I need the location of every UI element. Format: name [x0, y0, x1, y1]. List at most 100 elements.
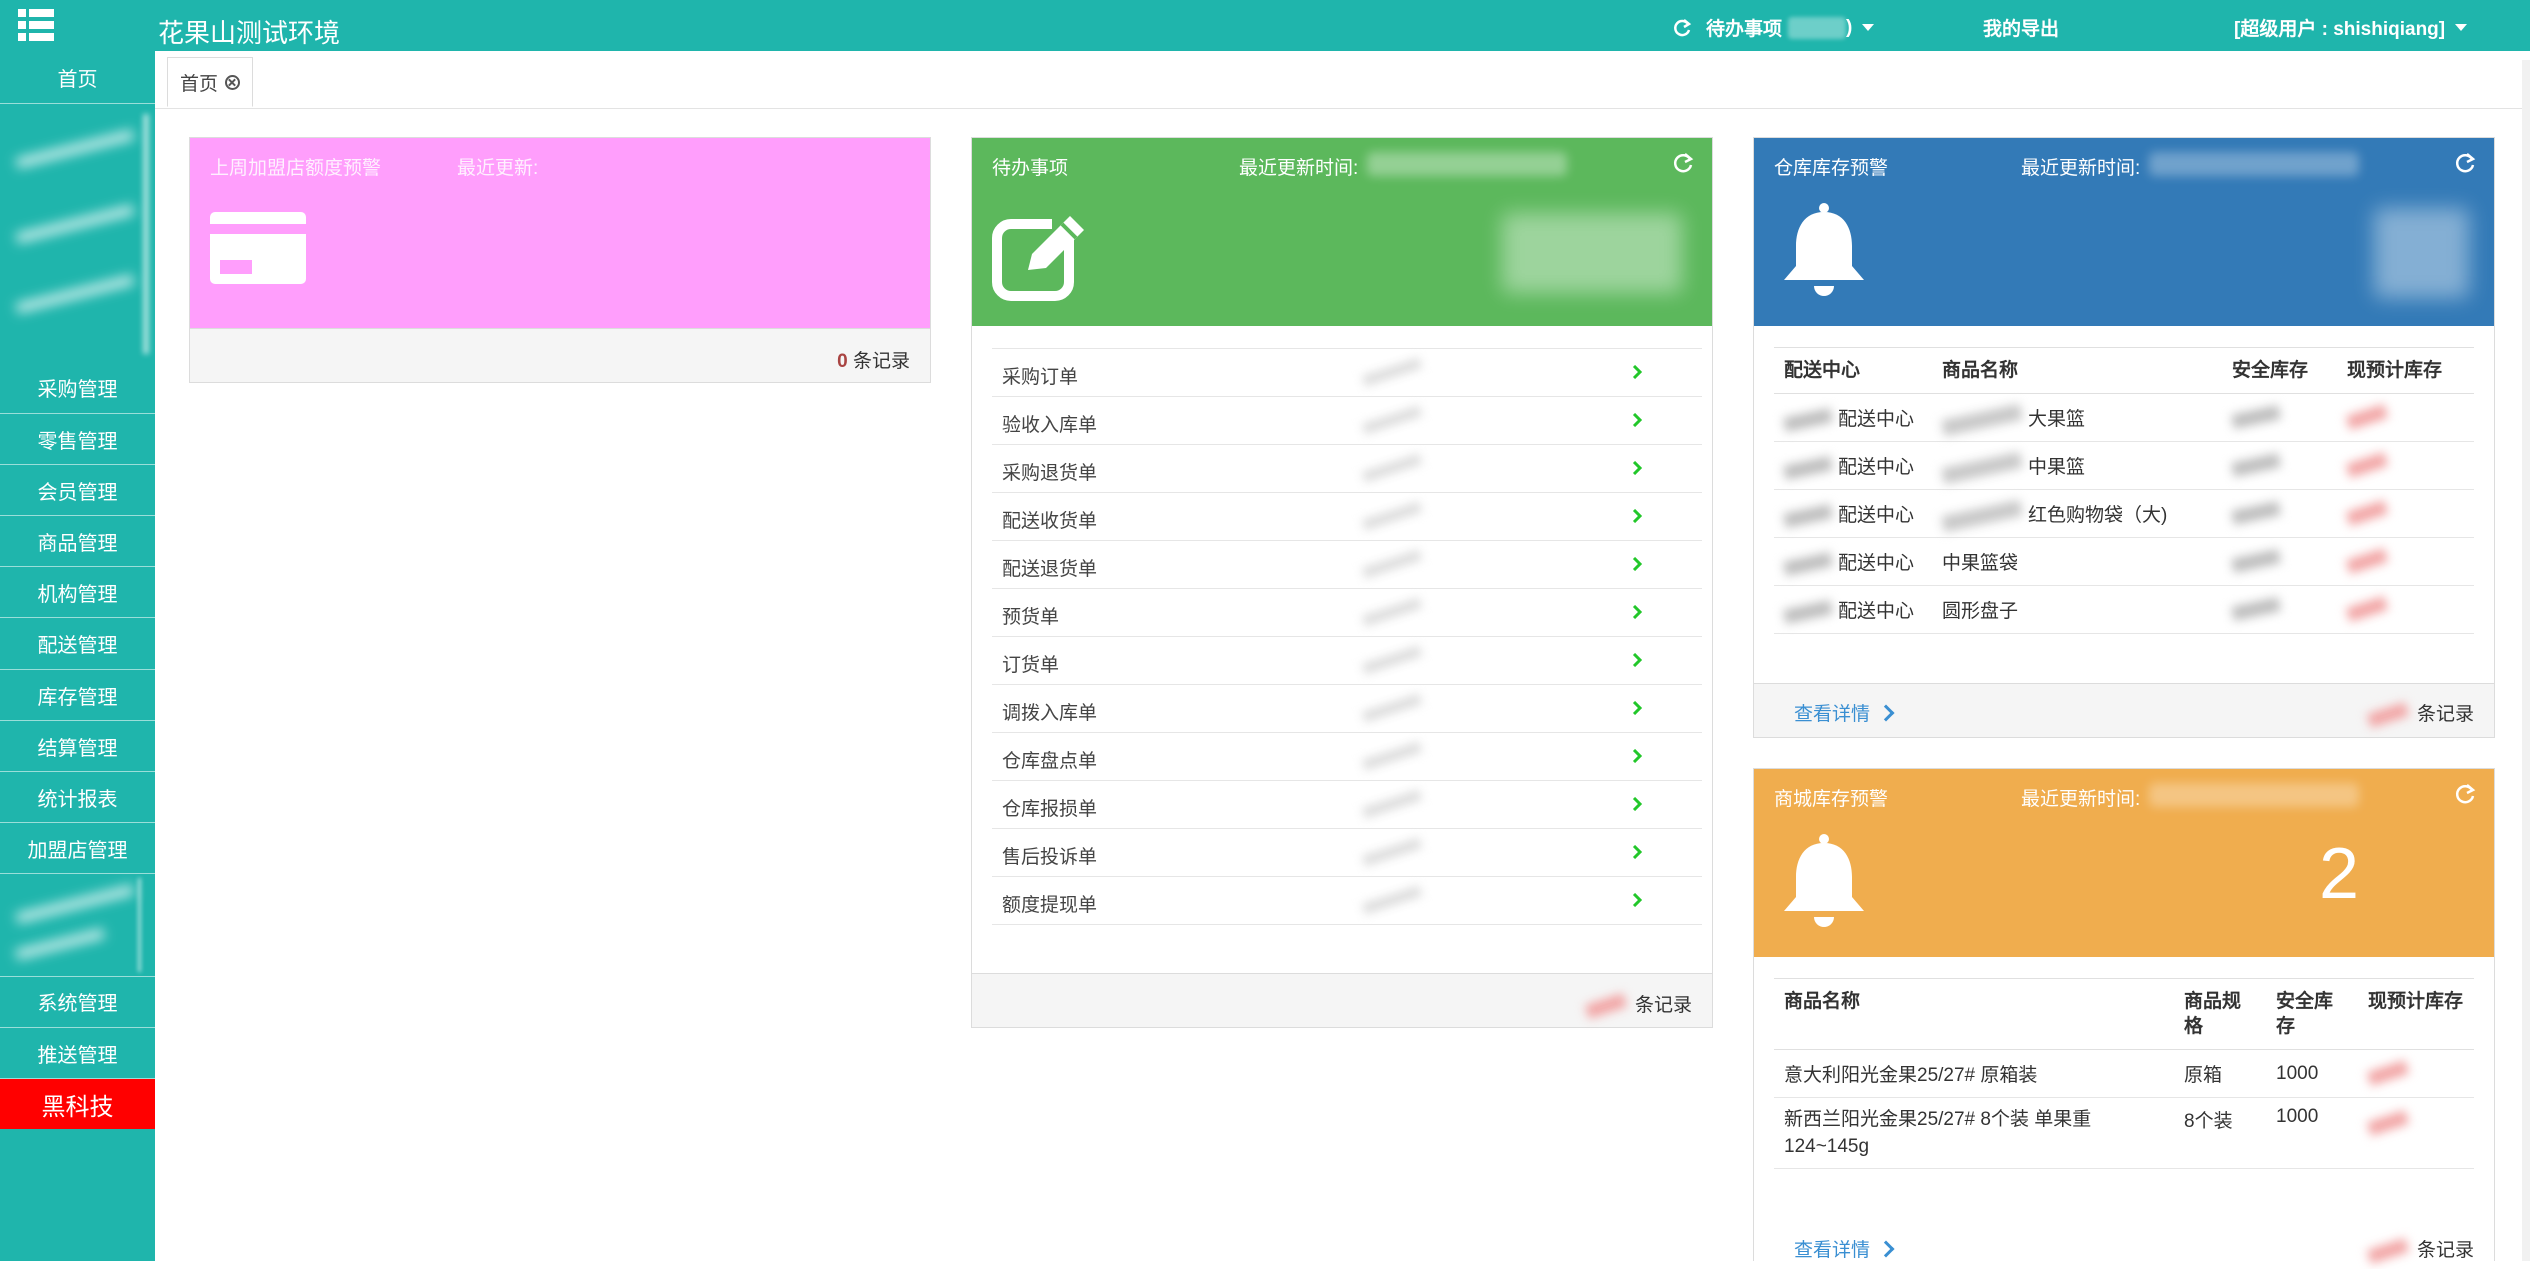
mall-alert-count: 2 [2318, 834, 2360, 914]
todo-count-blurred [1788, 16, 1847, 39]
product-name: 中果篮袋 [1942, 553, 2019, 574]
table-cell [2222, 393, 2337, 442]
todo-item[interactable]: 订货单 [992, 636, 1702, 685]
todo-count-blurred [1361, 405, 1423, 435]
table-cell [2222, 585, 2337, 634]
chevron-right-icon [1632, 605, 1642, 619]
last-updated-label: 最近更新时间: [2021, 789, 2141, 810]
panel-footer: 查看详情 条记录 [1754, 683, 2494, 737]
table-cell: 新西兰阳光金果25/27# 8个装 单果重124~145g [1774, 1097, 2174, 1169]
table-cell [2337, 441, 2474, 490]
blurred-code [1783, 504, 1833, 528]
last-updated-label: 最近更新: [457, 158, 539, 179]
sidebar-item-retail[interactable]: 零售管理 [0, 414, 155, 465]
table-cell [2222, 537, 2337, 586]
edit-icon [992, 210, 1084, 301]
refresh-icon[interactable] [2454, 783, 2476, 805]
user-menu[interactable]: [超级用户 : shishiqiang] [2234, 14, 2468, 41]
table-header-row: 配送中心 商品名称 安全库存 现预计库存 [1774, 347, 2474, 394]
todo-item[interactable]: 仓库报损单 [992, 780, 1702, 829]
sidebar-item-reports[interactable]: 统计报表 [0, 772, 155, 823]
caret-down-icon [2455, 24, 2468, 31]
sidebar-item-settlement[interactable]: 结算管理 [0, 721, 155, 772]
menu-list-icon[interactable] [18, 8, 54, 42]
todo-item-label: 售后投诉单 [1002, 847, 1098, 868]
table-header-row: 商品名称 商品规格 安全库存 现预计库存 [1774, 978, 2474, 1050]
todo-item[interactable]: 验收入库单 [992, 396, 1702, 445]
table-row[interactable]: 配送中心 中果篮袋 [1774, 537, 2474, 586]
blurred-value [2345, 452, 2389, 479]
bell-icon [1784, 834, 1864, 927]
table-row[interactable]: 配送中心 中果篮 [1774, 441, 2474, 490]
warehouse-stock-table: 配送中心 商品名称 安全库存 现预计库存 配送中心 大果篮 配送中心 中果篮 配… [1774, 347, 2474, 634]
page-scrollbar[interactable] [2522, 60, 2530, 1261]
center-name: 配送中心 [1838, 505, 1915, 526]
refresh-icon[interactable] [2454, 152, 2476, 174]
credit-card-icon [210, 212, 306, 284]
record-count: 0 条记录 [837, 346, 910, 373]
blurred-value [2231, 597, 2281, 622]
tab-home[interactable]: 首页 [167, 57, 253, 107]
blurred-value [2231, 501, 2281, 526]
table-cell [2337, 393, 2474, 442]
franchise-alert-panel: 上周加盟店额度预警 最近更新: 0 条记录 [189, 137, 931, 383]
blurred-value [2345, 548, 2389, 575]
refresh-icon[interactable] [1672, 152, 1694, 174]
sidebar-item-inventory[interactable]: 库存管理 [0, 670, 155, 721]
table-cell: 原箱 [2174, 1049, 2266, 1098]
todo-item[interactable]: 配送收货单 [992, 492, 1702, 541]
my-export-link[interactable]: 我的导出 [1983, 14, 2059, 41]
table-cell: 意大利阳光金果25/27# 原箱装 [1774, 1049, 2174, 1098]
table-cell [2222, 489, 2337, 538]
table-row[interactable]: 配送中心 大果篮 [1774, 393, 2474, 442]
sidebar-item-system[interactable]: 系统管理 [0, 976, 155, 1028]
close-icon[interactable] [225, 74, 240, 90]
todo-menu[interactable]: 待办事项 ) [1672, 14, 1875, 41]
table-cell: 1000 [2266, 1097, 2358, 1169]
view-details-link[interactable]: 查看详情 [1794, 699, 1895, 726]
record-count: 条记录 [2366, 1235, 2474, 1264]
todo-item[interactable]: 采购退货单 [992, 444, 1702, 493]
todo-item[interactable]: 仓库盘点单 [992, 732, 1702, 781]
sidebar-item-home[interactable]: 首页 [0, 51, 155, 104]
table-row[interactable]: 配送中心 圆形盘子 [1774, 585, 2474, 634]
sidebar-item-push[interactable]: 推送管理 [0, 1028, 155, 1079]
sidebar-item-distribution[interactable]: 配送管理 [0, 618, 155, 670]
todo-label: 待办事项 [1706, 19, 1783, 40]
table-row[interactable]: 配送中心 红色购物袋（大) [1774, 489, 2474, 538]
sidebar-item-franchise[interactable]: 加盟店管理 [0, 823, 155, 874]
view-details-link[interactable]: 查看详情 [1794, 1235, 1895, 1262]
chevron-right-icon [1632, 509, 1642, 523]
column-header: 现预计库存 [2337, 347, 2474, 394]
blurred-code [1941, 403, 2023, 437]
sidebar-item-member[interactable]: 会员管理 [0, 465, 155, 516]
records-label: 条记录 [852, 351, 910, 372]
todo-item[interactable]: 采购订单 [992, 348, 1702, 397]
table-cell [2337, 585, 2474, 634]
sidebar-item-organization[interactable]: 机构管理 [0, 567, 155, 618]
table-row[interactable]: 意大利阳光金果25/27# 原箱装 原箱 1000 [1774, 1049, 2474, 1098]
product-name: 红色购物袋（大) [2028, 505, 2168, 526]
todo-item[interactable]: 预货单 [992, 588, 1702, 637]
table-cell: 8个装 [2174, 1097, 2266, 1169]
sidebar-item-purchase[interactable]: 采购管理 [0, 362, 155, 414]
column-header: 商品规格 [2174, 978, 2266, 1050]
todo-item-label: 仓库盘点单 [1002, 751, 1098, 772]
refresh-icon [1674, 18, 1692, 36]
panel-footer: 0 条记录 [190, 328, 930, 382]
blurred-code [1941, 451, 2023, 485]
todo-item[interactable]: 调拨入库单 [992, 684, 1702, 733]
panel-header: 商城库存预警 最近更新时间: 2 [1754, 769, 2494, 957]
blurred-value [2366, 1110, 2410, 1136]
todo-item[interactable]: 配送退货单 [992, 540, 1702, 589]
table-row[interactable]: 新西兰阳光金果25/27# 8个装 单果重124~145g 8个装 1000 [1774, 1097, 2474, 1169]
record-count: 条记录 [2366, 699, 2474, 728]
todo-item[interactable]: 额度提现单 [992, 876, 1702, 925]
app-title: 花果山测试环境 [158, 18, 341, 48]
sidebar-item-product[interactable]: 商品管理 [0, 516, 155, 567]
blurred-value [2345, 404, 2389, 431]
todo-item[interactable]: 售后投诉单 [992, 828, 1702, 877]
table-cell: 1000 [2266, 1049, 2358, 1098]
sidebar-item-hack[interactable]: 黑科技 [0, 1079, 155, 1129]
table-cell: 配送中心 [1774, 585, 1932, 634]
